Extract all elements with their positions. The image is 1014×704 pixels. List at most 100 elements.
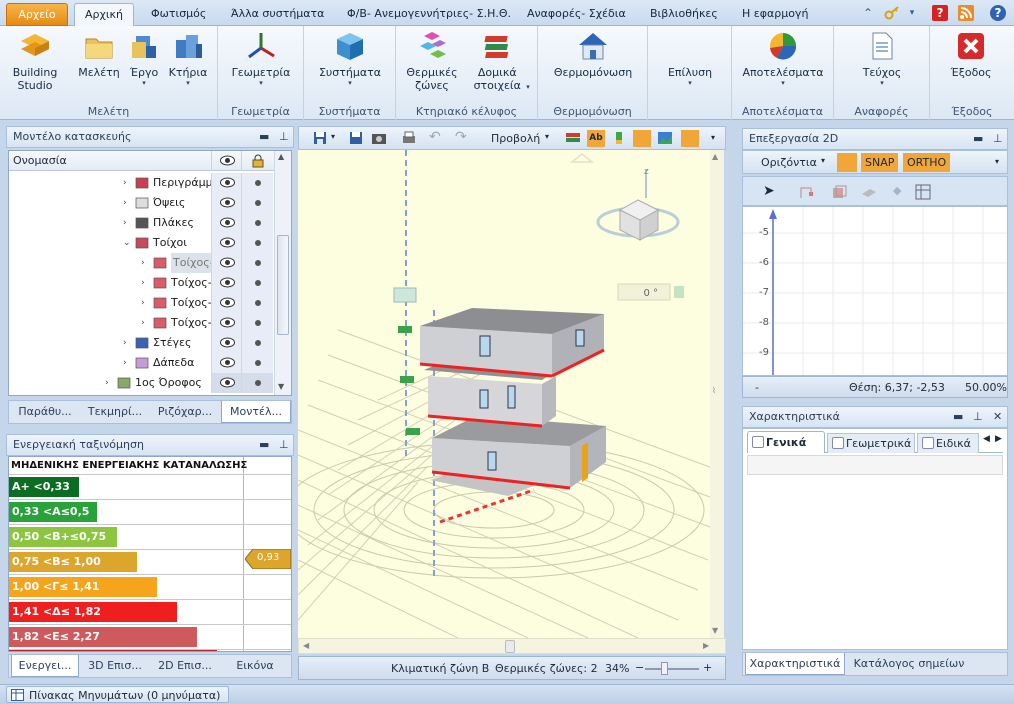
tab-2d-view[interactable]: 2D Επισ...: [151, 655, 219, 677]
chevron-down-icon[interactable]: ⌄: [123, 233, 131, 253]
tree-scrollbar[interactable]: ▲ ▼: [274, 151, 291, 395]
visibility-toggle[interactable]: [211, 273, 241, 293]
lock-toggle[interactable]: [241, 333, 273, 353]
print-icon[interactable]: [401, 131, 417, 148]
chevron-down-icon[interactable]: ▾: [821, 156, 825, 165]
tab-right-icon[interactable]: ▶: [995, 434, 1002, 444]
block-icon[interactable]: [831, 184, 847, 203]
undo-icon[interactable]: ↶: [429, 129, 441, 145]
lock-toggle[interactable]: [241, 293, 273, 313]
visibility-toggle[interactable]: [211, 193, 241, 213]
orientation-dropdown[interactable]: Οριζόντια: [761, 156, 817, 169]
thermal-insulation-button[interactable]: Θερμομόνωση: [548, 30, 638, 79]
minimize-icon[interactable]: ▬: [953, 407, 963, 427]
tab-general[interactable]: Γενικά: [747, 431, 825, 453]
exit-button[interactable]: Έξοδος: [940, 30, 1002, 79]
scroll-down-icon[interactable]: ▼: [278, 382, 284, 391]
marker-icon[interactable]: [611, 130, 627, 149]
tree-row[interactable]: › Στέγες: [9, 333, 273, 353]
select-arrow-icon[interactable]: ➤: [763, 183, 775, 199]
chevron-right-icon[interactable]: ›: [105, 373, 109, 393]
pin-icon[interactable]: ⊥: [993, 129, 1003, 149]
buildings-button[interactable]: Κτήρια ▾: [166, 30, 210, 87]
tab-3d-view[interactable]: 3D Επισ...: [81, 655, 149, 677]
solve-button[interactable]: Επίλυση ▾: [656, 66, 724, 87]
project-button[interactable]: Έργο ▾: [122, 30, 166, 87]
lock-toggle[interactable]: [241, 173, 273, 193]
3d-hscrollbar[interactable]: ◀ ▶: [298, 638, 726, 654]
view-cube[interactable]: [596, 170, 680, 241]
building-studio-button[interactable]: Building Studio: [8, 30, 62, 92]
tab-image[interactable]: Εικόνα: [221, 655, 289, 677]
overflow-icon[interactable]: ▾: [711, 133, 715, 142]
slab-icon[interactable]: [861, 184, 877, 203]
pin-icon[interactable]: ⊥: [279, 435, 289, 455]
tab-left-icon[interactable]: ◀: [983, 434, 990, 444]
scroll-thumb[interactable]: [505, 640, 515, 653]
structural-button[interactable]: Δομικά στοιχεία ▾: [468, 30, 530, 92]
tab-documentation[interactable]: Τεκμηρί...: [81, 401, 149, 423]
visibility-toggle[interactable]: [211, 173, 241, 193]
tab-geometric[interactable]: Γεωμετρικά: [827, 433, 915, 453]
tree-row[interactable]: › Περιγράμμ...: [9, 173, 273, 193]
help-icon[interactable]: ?: [990, 5, 1006, 21]
tab-libraries[interactable]: Βιβλιοθήκες: [642, 3, 726, 26]
caret-up-icon[interactable]: ⌃: [860, 5, 876, 21]
geometry-button[interactable]: Γεωμετρία ▾: [226, 30, 296, 87]
lock-toggle[interactable]: [241, 213, 273, 233]
scroll-thumb[interactable]: [277, 235, 289, 335]
text-label-toggle[interactable]: Ab: [587, 130, 605, 147]
tab-pv[interactable]: Φ/Β- Ανεμογεννήτριες- Σ.Η.Θ.: [339, 3, 519, 26]
visibility-toggle[interactable]: [211, 373, 241, 393]
chevron-right-icon[interactable]: ›: [141, 253, 145, 273]
angle-handle-icon[interactable]: [674, 286, 684, 298]
tab-special[interactable]: Ειδικά: [917, 433, 979, 453]
zoom-slider[interactable]: [645, 668, 699, 670]
layers-icon[interactable]: [565, 130, 581, 149]
minimize-icon[interactable]: ▬: [973, 129, 983, 149]
lock-toggle[interactable]: [241, 313, 273, 333]
zoom-slider-thumb[interactable]: [661, 662, 668, 675]
table-icon[interactable]: [915, 184, 931, 203]
scroll-left-icon[interactable]: ◀: [303, 641, 309, 650]
study-button[interactable]: Μελέτη: [76, 30, 122, 79]
tab-properties[interactable]: Χαρακτηριστικά: [745, 653, 845, 675]
lock-toggle[interactable]: [241, 273, 273, 293]
chevron-right-icon[interactable]: ›: [141, 313, 145, 333]
3d-vscrollbar[interactable]: ▲ ⌇ ▼: [710, 150, 724, 638]
tree-row[interactable]: › Τοίχος-0...: [9, 293, 273, 313]
tree-row[interactable]: › Πλάκες: [9, 213, 273, 233]
snap-toggle[interactable]: SNAP: [861, 153, 899, 172]
tree-row[interactable]: › Τοίχος-0...: [9, 313, 273, 333]
tree-row[interactable]: › Όψεις: [9, 193, 273, 213]
level-marker[interactable]: [406, 428, 420, 435]
grid-toggle[interactable]: [837, 153, 857, 172]
tab-windows[interactable]: Παράθυ...: [11, 401, 79, 423]
tree-row[interactable]: › Δάπεδα: [9, 353, 273, 373]
level-marker[interactable]: [393, 287, 417, 303]
scroll-right-icon[interactable]: ⌇: [712, 386, 716, 395]
tree-row[interactable]: ⌄ Τοίχοι: [9, 233, 273, 253]
3d-viewport[interactable]: z 0 ° ▲ ⌇ ▼: [298, 150, 724, 638]
results-button[interactable]: Αποτελέσματα ▾: [740, 30, 826, 87]
chevron-right-icon[interactable]: ›: [123, 173, 127, 193]
visibility-header[interactable]: [211, 151, 241, 171]
scroll-down-icon[interactable]: ▼: [712, 626, 718, 635]
tab-point-catalog[interactable]: Κατάλογος σημείων: [849, 653, 969, 675]
close-icon[interactable]: ✕: [993, 407, 1002, 427]
chevron-right-icon[interactable]: ›: [123, 193, 127, 213]
pin-icon[interactable]: ⊥: [973, 407, 983, 427]
visibility-toggle[interactable]: [211, 313, 241, 333]
lock-toggle[interactable]: [241, 233, 273, 253]
overflow-icon[interactable]: ▾: [995, 157, 999, 166]
image-icon[interactable]: [657, 130, 673, 149]
scroll-right-icon[interactable]: ▶: [703, 641, 709, 650]
level-marker[interactable]: [398, 326, 412, 333]
systems-button[interactable]: Συστήματα ▾: [314, 30, 386, 87]
zoom-in-icon[interactable]: +: [703, 661, 712, 674]
chevron-down-icon[interactable]: ▾: [331, 132, 335, 141]
edit2d-canvas[interactable]: -5 -6 -7 -8 -9: [742, 206, 1008, 376]
lock-header[interactable]: [241, 151, 273, 171]
lock-toggle[interactable]: [241, 373, 273, 393]
home-icon[interactable]: [569, 153, 595, 163]
